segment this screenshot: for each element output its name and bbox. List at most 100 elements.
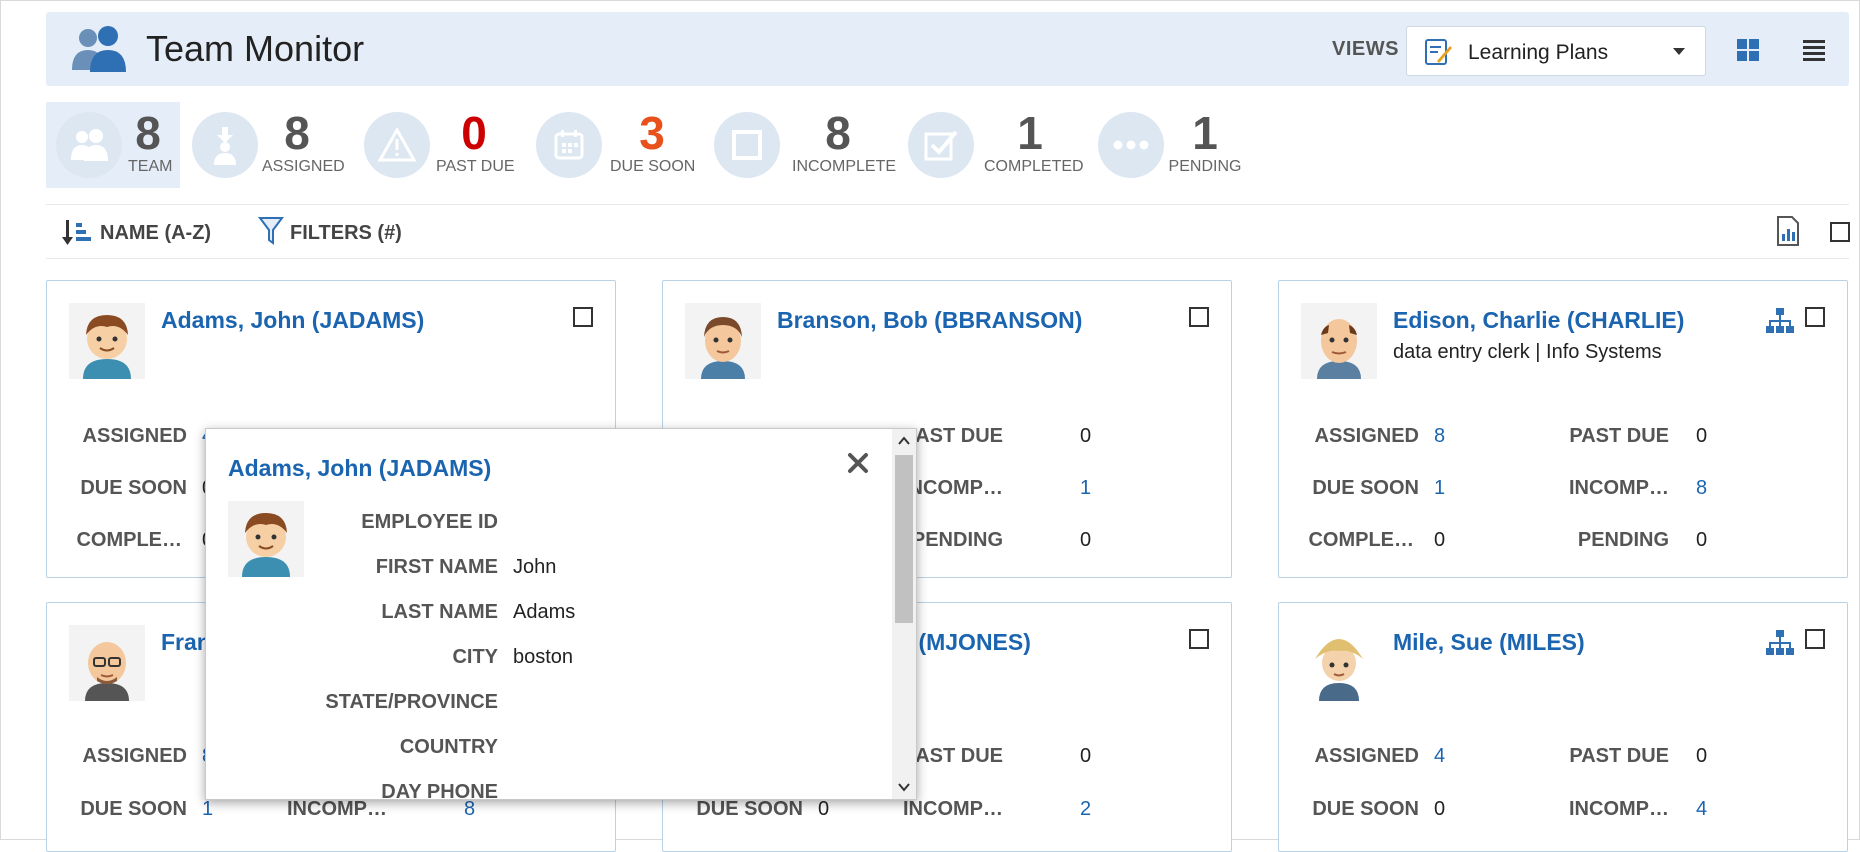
stat-due-soon[interactable]: 3 DUE SOON (536, 102, 696, 188)
sort-name-button[interactable]: NAME (A-Z) (62, 216, 222, 248)
member-job-title: data entry clerk | Info Systems (1393, 341, 1662, 363)
incomplete-label: INCOMP… (903, 798, 1003, 820)
assigned-label: ASSIGNED (82, 745, 187, 767)
pending-label: PENDING (1577, 529, 1669, 551)
divider (46, 258, 1849, 259)
report-icon[interactable] (1776, 216, 1800, 246)
stat-completed[interactable]: 1 COMPLETED (908, 102, 1084, 188)
filters-button[interactable]: FILTERS (#) (258, 216, 418, 248)
due-soon-value: 0 (818, 798, 830, 820)
scrollbar-thumb[interactable] (895, 455, 913, 623)
warning-icon (364, 112, 430, 178)
incomplete-value[interactable]: 8 (1696, 477, 1707, 500)
assigned-label: ASSIGNED (1314, 745, 1419, 767)
popup-member-name[interactable]: Adams, John (JADAMS) (228, 455, 491, 482)
city-label: CITY (452, 646, 498, 668)
stat-assigned[interactable]: 8 ASSIGNED (192, 102, 345, 188)
due-soon-label: DUE SOON (1312, 798, 1419, 820)
stat-pending-label: PENDING (1168, 158, 1242, 175)
member-detail-popup: Adams, John (JADAMS) EMPLOYEE ID FIRST N… (205, 428, 917, 800)
filter-icon (258, 217, 284, 245)
stat-past-due-label: PAST DUE (436, 158, 515, 175)
due-soon-value[interactable]: 1 (202, 798, 213, 821)
stat-team-value: 8 (135, 107, 161, 159)
first-name-value: John (513, 556, 557, 578)
stat-completed-label: COMPLETED (984, 158, 1084, 175)
pending-value: 0 (1080, 529, 1092, 551)
past-due-value: 0 (1696, 745, 1708, 767)
org-chart-icon[interactable] (1765, 629, 1795, 657)
avatar (1301, 303, 1377, 379)
completed-value: 0 (1434, 529, 1446, 551)
incomplete-value[interactable]: 4 (1696, 798, 1707, 821)
incomplete-icon (714, 112, 780, 178)
assigned-label: ASSIGNED (1314, 425, 1419, 447)
pending-icon (1098, 112, 1164, 178)
card-select-checkbox[interactable] (1805, 629, 1825, 649)
incomplete-label: INCOMP… (287, 798, 387, 820)
stat-pending-value: 1 (1192, 107, 1218, 159)
last-name-label: LAST NAME (381, 601, 498, 623)
assigned-value[interactable]: 8 (1434, 425, 1445, 448)
sort-label: NAME (A-Z) (100, 222, 212, 244)
incomplete-value[interactable]: 8 (464, 798, 475, 821)
card-select-checkbox[interactable] (1805, 307, 1825, 327)
completed-label: COMPLE… (76, 529, 182, 551)
stat-past-due[interactable]: 0 PAST DUE (364, 102, 516, 188)
avatar (685, 303, 761, 379)
due-soon-label: DUE SOON (80, 798, 187, 820)
stat-completed-value: 1 (1017, 107, 1043, 159)
due-soon-label: DUE SOON (696, 798, 803, 820)
member-name-link[interactable]: Adams, John (JADAMS) (161, 307, 424, 334)
incomplete-value[interactable]: 2 (1080, 798, 1091, 821)
close-icon[interactable] (838, 443, 878, 483)
card-select-checkbox[interactable] (1189, 629, 1209, 649)
page-title: Team Monitor (146, 28, 365, 69)
stat-assigned-label: ASSIGNED (262, 158, 345, 175)
stat-pending[interactable]: 1 PENDING (1098, 102, 1248, 188)
due-soon-value[interactable]: 1 (1434, 477, 1445, 500)
header-bar: Team Monitor VIEWS Learning Plans (46, 12, 1849, 86)
past-due-value: 0 (1080, 425, 1092, 447)
scroll-up-icon[interactable] (892, 429, 916, 453)
assigned-label: ASSIGNED (82, 425, 187, 447)
member-name-link[interactable]: Edison, Charlie (CHARLIE) (1393, 307, 1684, 334)
member-name-link[interactable]: Branson, Bob (BBRANSON) (777, 307, 1082, 334)
team-icon (56, 112, 122, 178)
member-name-link[interactable]: n (MJONES) (898, 629, 1031, 656)
views-dropdown[interactable]: Learning Plans (1406, 26, 1706, 76)
employee-id-label: EMPLOYEE ID (361, 511, 498, 533)
org-chart-icon[interactable] (1765, 307, 1795, 335)
assigned-value[interactable]: 4 (1434, 745, 1445, 768)
select-all-checkbox[interactable] (1830, 222, 1850, 242)
past-due-value: 0 (1696, 425, 1708, 447)
completed-label: COMPLE… (1308, 529, 1414, 551)
divider (46, 204, 1849, 205)
past-due-label: PAST DUE (1569, 425, 1669, 447)
popup-scrollbar[interactable] (892, 429, 916, 799)
card-select-checkbox[interactable] (1189, 307, 1209, 327)
stat-incomplete[interactable]: 8 INCOMPLETE (714, 102, 897, 188)
member-name-link[interactable]: Fran (161, 629, 211, 656)
stat-due-soon-label: DUE SOON (610, 158, 696, 175)
team-logo-icon (72, 26, 126, 72)
due-soon-label: DUE SOON (80, 477, 187, 499)
scroll-down-icon[interactable] (892, 775, 916, 799)
stat-incomplete-label: INCOMPLETE (792, 158, 897, 175)
member-name-link[interactable]: Mile, Sue (MILES) (1393, 629, 1585, 656)
stat-incomplete-value: 8 (825, 107, 851, 159)
views-label: VIEWS (1332, 38, 1399, 60)
avatar (69, 303, 145, 379)
state-province-label: STATE/PROVINCE (325, 691, 498, 713)
incomplete-value[interactable]: 1 (1080, 477, 1091, 500)
learning-plan-icon (1425, 39, 1452, 65)
pending-value: 0 (1696, 529, 1708, 551)
list-view-icon[interactable] (1802, 39, 1826, 61)
last-name-value: Adams (513, 601, 576, 623)
filters-label: FILTERS (#) (290, 222, 402, 244)
card-select-checkbox[interactable] (573, 307, 593, 327)
grid-view-icon[interactable] (1736, 38, 1760, 62)
views-selected-value: Learning Plans (1468, 41, 1609, 64)
completed-icon (908, 112, 974, 178)
stat-team[interactable]: 8 TEAM (46, 102, 180, 188)
